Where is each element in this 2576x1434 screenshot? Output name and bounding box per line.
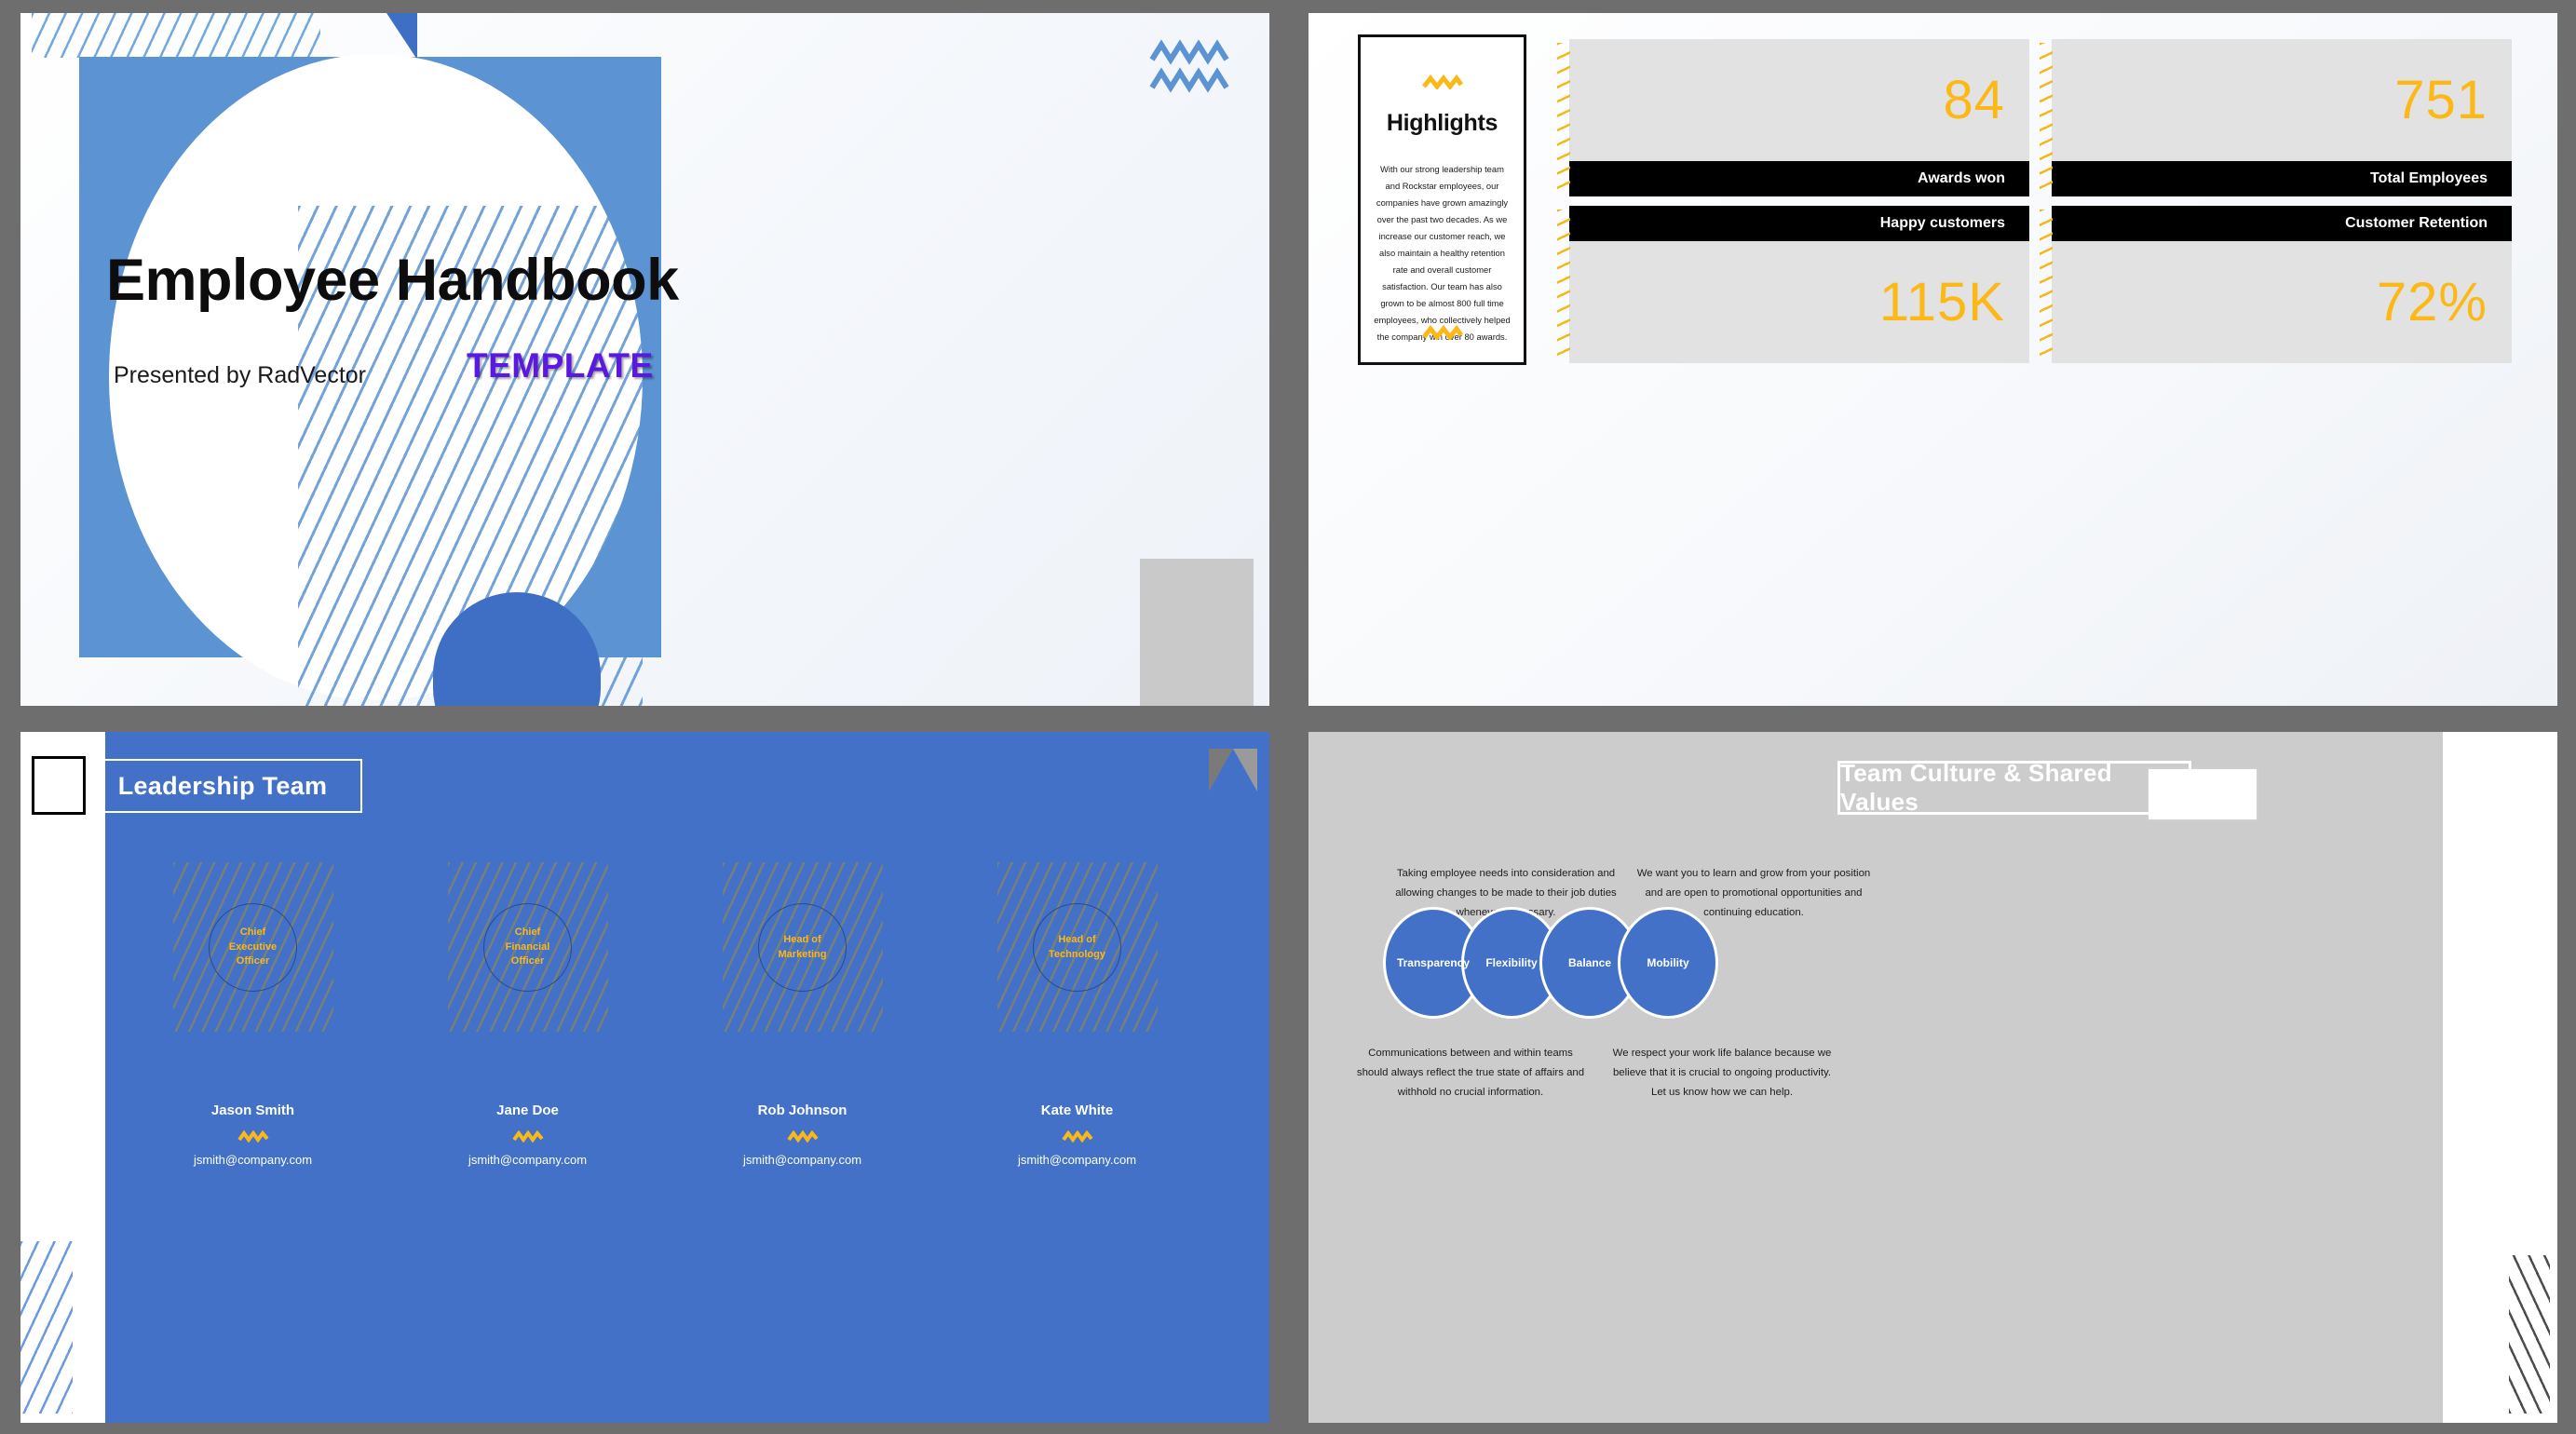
stat-value: 84 (1943, 69, 2005, 130)
highlights-title: Highlights (1386, 110, 1498, 136)
diagonal-hatch-decoration (20, 1241, 73, 1414)
value-bubble-mobility[interactable]: Mobility (1618, 907, 1718, 1019)
page-title: Employee Handbook (106, 248, 679, 313)
page-title: Team Culture & Shared Values (1840, 759, 2112, 816)
stat-value-panel: 84 (1569, 39, 2029, 161)
stat-value: 115K (1878, 271, 2005, 332)
zigzag-icon (511, 1130, 544, 1143)
stat-card-happy-customers: Happy customers 115K (1557, 206, 2029, 363)
culture-caption-bottom-right: We respect your work life balance becaus… (1612, 1048, 1832, 1099)
template-badge: TEMPLATE (467, 346, 654, 385)
stat-label: Total Employees (2370, 170, 2488, 186)
zigzag-icon (1061, 1130, 1093, 1143)
white-square-decoration (32, 756, 86, 815)
value-label: Transparency (1396, 956, 1471, 969)
stats-grid: 84 Awards won 751 Total Employees Happy … (1557, 39, 2512, 363)
highlights-card: Highlights With our strong leadership te… (1358, 34, 1526, 365)
slide-thumbnail-1[interactable]: Employee Handbook Presented by RadVector… (0, 0, 1288, 717)
culture-caption-bottom-left: Communications between and within teams … (1356, 1048, 1585, 1099)
blue-triangle-icon (386, 13, 417, 60)
stat-value: 751 (2394, 69, 2488, 130)
member-email[interactable]: jsmith@company.com (194, 1153, 312, 1167)
page-title: Leadership Team (117, 771, 328, 800)
yellow-hatch-decoration (2040, 210, 2053, 359)
slide-thumbnail-3[interactable]: Leadership Team Chief Executive Officer … (0, 717, 1288, 1434)
team-member-card[interactable]: Chief Executive Officer Jason Smith jsmi… (115, 862, 390, 1384)
stat-label-bar: Customer Retention (2052, 206, 2512, 241)
stat-label-bar: Total Employees (2052, 161, 2512, 196)
stat-label: Awards won (1918, 170, 2005, 186)
member-email[interactable]: jsmith@company.com (1018, 1153, 1136, 1167)
zigzag-icon (1421, 325, 1463, 340)
avatar-circle: Chief Financial Officer (483, 903, 572, 992)
member-role: Chief Financial Officer (505, 926, 550, 967)
slide-title-frame: Leadership Team (83, 759, 362, 813)
title-slide[interactable]: Employee Handbook Presented by RadVector… (20, 13, 1269, 706)
values-venn-diagram: Transparency Flexibility Balance Mobilit… (1383, 907, 1728, 1019)
value-label: Mobility (1647, 956, 1689, 969)
avatar-circle: Head of Marketing (758, 903, 847, 992)
slide-title-frame: Team Culture & Shared Values (1837, 759, 2191, 816)
member-name: Kate White (1040, 1103, 1114, 1118)
presenter-subtitle: Presented by RadVector (114, 362, 366, 388)
stat-label: Customer Retention (2345, 215, 2488, 231)
member-email[interactable]: jsmith@company.com (743, 1153, 861, 1167)
team-member-card[interactable]: Chief Financial Officer Jane Doe jsmith@… (390, 862, 665, 1384)
stat-label: Happy customers (1879, 215, 2005, 231)
yellow-hatch-decoration (1557, 43, 1570, 193)
value-bubble-transparency[interactable]: Transparency (1383, 907, 1484, 1019)
team-member-card[interactable]: Head of Marketing Rob Johnson jsmith@com… (665, 862, 940, 1384)
stat-label-bar: Awards won (1569, 161, 2029, 196)
diagonal-hatch-decoration (2509, 1255, 2550, 1414)
gray-triangle-icon (1233, 749, 1257, 791)
zigzag-icon (1421, 74, 1463, 89)
stat-value-panel: 72% (2052, 241, 2512, 363)
value-label: Flexibility (1485, 956, 1538, 969)
slide-deck: Employee Handbook Presented by RadVector… (0, 0, 2576, 1434)
stat-card-awards: 84 Awards won (1557, 39, 2029, 196)
yellow-hatch-decoration (1557, 210, 1570, 359)
team-member-card[interactable]: Head of Technology Kate White jsmith@com… (940, 862, 1214, 1384)
stat-value-panel: 751 (2052, 39, 2512, 161)
member-role: Head of Marketing (778, 933, 827, 960)
zigzag-icon (786, 1130, 819, 1143)
gray-rectangle-decoration (1140, 559, 1254, 706)
highlights-slide[interactable]: Highlights With our strong leadership te… (1308, 13, 2557, 706)
stat-value: 72% (2376, 271, 2488, 332)
member-name: Jason Smith (210, 1103, 295, 1118)
zigzag-icon (1149, 39, 1229, 93)
value-label: Balance (1567, 956, 1612, 969)
stat-card-employees: 751 Total Employees (2040, 39, 2512, 196)
avatar-circle: Head of Technology (1033, 903, 1121, 992)
highlights-body-text: With our strong leadership team and Rock… (1374, 164, 1511, 343)
avatar-circle: Chief Executive Officer (209, 903, 297, 992)
leadership-team-slide[interactable]: Leadership Team Chief Executive Officer … (20, 732, 1269, 1423)
slide-thumbnail-2[interactable]: Highlights With our strong leadership te… (1288, 0, 2576, 717)
member-name: Jane Doe (496, 1103, 559, 1118)
gray-triangle-icon (1209, 749, 1233, 791)
member-role: Head of Technology (1049, 933, 1105, 960)
diagonal-hatch-decoration (32, 13, 320, 58)
member-role: Chief Executive Officer (228, 926, 278, 967)
yellow-hatch-decoration (2040, 43, 2053, 193)
member-email[interactable]: jsmith@company.com (468, 1153, 587, 1167)
stat-label-bar: Happy customers (1569, 206, 2029, 241)
zigzag-icon (237, 1130, 269, 1143)
stat-value-panel: 115K (1569, 241, 2029, 363)
team-culture-slide[interactable]: Team Culture & Shared Values Taking empl… (1308, 732, 2557, 1423)
team-members-row: Chief Executive Officer Jason Smith jsmi… (115, 862, 1214, 1384)
member-name: Rob Johnson (757, 1103, 847, 1118)
slide-thumbnail-4[interactable]: Team Culture & Shared Values Taking empl… (1288, 717, 2576, 1434)
stat-card-customer-retention: Customer Retention 72% (2040, 206, 2512, 363)
